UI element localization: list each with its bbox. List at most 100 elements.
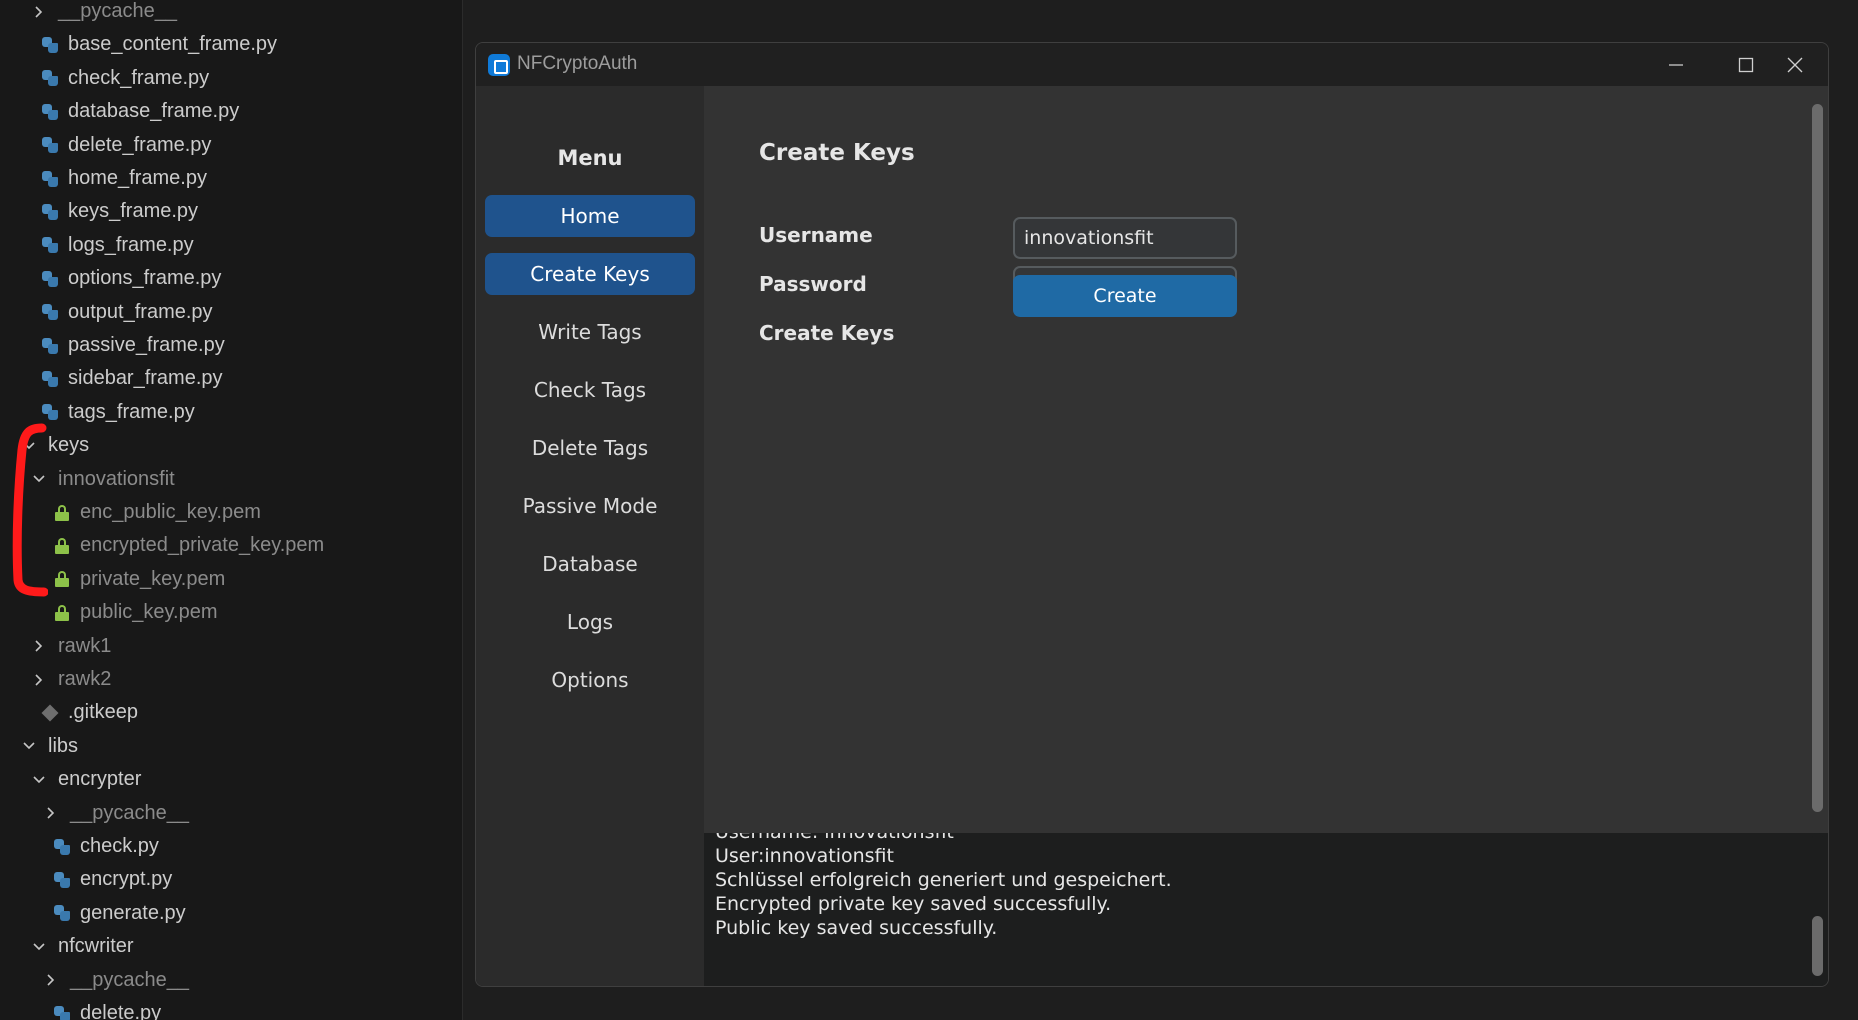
app-icon — [488, 54, 510, 76]
username-field[interactable] — [1013, 217, 1237, 259]
nav-write-tags-button[interactable]: Write Tags — [485, 311, 695, 353]
close-icon — [1787, 57, 1803, 72]
chevron-right-icon — [40, 806, 62, 820]
explorer-item-label: output_frame.py — [68, 300, 213, 323]
explorer-item-label: .gitkeep — [68, 701, 139, 724]
explorer-item[interactable]: rawk2 — [0, 663, 111, 696]
explorer-item-label: rawk1 — [58, 634, 112, 657]
explorer-item-label: delete.py — [80, 1002, 162, 1020]
nav-check-tags-button[interactable]: Check Tags — [485, 369, 695, 411]
python-file-icon — [40, 235, 60, 255]
git-file-icon — [40, 703, 60, 723]
explorer-item[interactable]: __pycache__ — [0, 964, 189, 997]
log-line: Public key saved successfully. — [715, 917, 998, 939]
explorer-item-label: check.py — [80, 835, 159, 857]
explorer-item[interactable]: rawk1 — [0, 630, 111, 663]
python-file-icon — [52, 837, 72, 857]
python-file-icon — [40, 68, 60, 88]
minimize-icon — [1669, 63, 1683, 66]
nav-delete-tags-button[interactable]: Delete Tags — [485, 427, 695, 469]
python-file-icon — [40, 369, 60, 389]
explorer-item-label: rawk2 — [58, 668, 112, 690]
nav-options-button[interactable]: Options — [485, 659, 695, 701]
explorer-item-label: encrypt.py — [80, 868, 173, 891]
explorer-item[interactable]: logs_frame.py — [0, 229, 194, 262]
explorer-item[interactable]: encrypter — [0, 763, 141, 796]
lock-icon — [52, 603, 72, 623]
explorer-item-label: check_frame.py — [68, 66, 210, 89]
explorer-item[interactable]: keys_frame.py — [0, 195, 198, 228]
explorer-item-label: home_frame.py — [68, 167, 207, 189]
log-scrollbar-thumb[interactable] — [1812, 916, 1823, 976]
nav-home-button[interactable]: Home — [485, 195, 695, 237]
python-file-icon — [40, 202, 60, 222]
explorer-item[interactable]: base_content_frame.py — [0, 28, 277, 61]
explorer-item[interactable]: public_key.pem — [0, 596, 217, 629]
page-title: Create Keys — [759, 140, 915, 166]
log-line: Schlüssel erfolgreich generiert und gesp… — [715, 869, 1172, 891]
explorer-item-label: base_content_frame.py — [68, 33, 278, 56]
explorer-item-label: public_key.pem — [80, 601, 218, 624]
explorer-item-label: database_frame.py — [68, 100, 240, 123]
explorer-item[interactable]: check.py — [0, 830, 159, 863]
log-line: Encrypted private key saved successfully… — [715, 893, 1112, 915]
nav-create-keys-button[interactable]: Create Keys — [485, 253, 695, 295]
password-label: Password — [759, 272, 867, 296]
explorer-item[interactable]: __pycache__ — [0, 797, 189, 830]
explorer-item[interactable]: sidebar_frame.py — [0, 362, 223, 395]
output-log: Username: innovationsfit User:innovations… — [704, 833, 1828, 986]
nav-database-button[interactable]: Database — [485, 543, 695, 585]
create-button[interactable]: Create — [1013, 275, 1237, 317]
explorer-item-label: innovationsfit — [58, 467, 175, 490]
explorer-item[interactable]: output_frame.py — [0, 296, 213, 329]
minimize-button[interactable] — [1641, 43, 1711, 86]
explorer-divider — [462, 0, 463, 1020]
close-button[interactable] — [1760, 43, 1828, 86]
python-file-icon — [52, 1004, 72, 1020]
explorer-item-label: sidebar_frame.py — [68, 367, 223, 390]
explorer-item[interactable]: generate.py — [0, 897, 186, 930]
explorer-item[interactable]: encrypted_private_key.pem — [0, 529, 324, 562]
explorer-item[interactable]: nfcwriter — [0, 930, 134, 963]
explorer-item-label: delete_frame.py — [68, 133, 212, 156]
log-line: Username: innovationsfit — [715, 833, 954, 843]
main-scrollbar[interactable] — [1812, 104, 1823, 812]
python-file-icon — [40, 336, 60, 356]
explorer-item[interactable]: options_frame.py — [0, 262, 221, 295]
explorer-item-label: logs_frame.py — [68, 233, 194, 256]
main-scrollbar-thumb[interactable] — [1812, 104, 1823, 812]
python-file-icon — [40, 135, 60, 155]
lock-icon — [52, 536, 72, 556]
chevron-down-icon — [18, 739, 40, 753]
explorer-item-label: enc_public_key.pem — [80, 501, 261, 523]
explorer-item[interactable]: encrypt.py — [0, 863, 172, 896]
create-keys-panel: Create Keys Username Password Create Key… — [704, 86, 1828, 833]
explorer-item[interactable]: libs — [0, 730, 78, 763]
chevron-right-icon — [40, 973, 62, 987]
python-file-icon — [40, 35, 60, 55]
explorer-item[interactable]: .gitkeep — [0, 696, 138, 729]
annotation-bracket-left — [12, 423, 48, 597]
menu-title: Menu — [557, 146, 623, 170]
explorer-item[interactable]: check_frame.py — [0, 62, 209, 95]
python-file-icon — [40, 102, 60, 122]
python-file-icon — [40, 269, 60, 289]
title-bar[interactable]: NFCryptoAuth — [476, 43, 1828, 86]
create-keys-label: Create Keys — [759, 321, 895, 345]
log-scrollbar[interactable] — [1812, 833, 1823, 986]
explorer-item[interactable]: delete.py — [0, 997, 161, 1020]
nav-passive-mode-button[interactable]: Passive Mode — [485, 485, 695, 527]
explorer-item[interactable]: passive_frame.py — [0, 329, 225, 362]
explorer-item[interactable]: home_frame.py — [0, 162, 207, 195]
chevron-right-icon — [28, 673, 50, 687]
window-title: NFCryptoAuth — [517, 53, 638, 74]
explorer-item[interactable]: __pycache__ — [0, 0, 177, 28]
explorer-item-label: generate.py — [80, 901, 186, 924]
python-file-icon — [52, 903, 72, 923]
chevron-right-icon — [28, 5, 50, 19]
explorer-item-label: keys_frame.py — [68, 200, 199, 223]
nav-logs-button[interactable]: Logs — [485, 601, 695, 643]
explorer-item[interactable]: delete_frame.py — [0, 129, 211, 162]
explorer-item[interactable]: database_frame.py — [0, 95, 239, 128]
lock-icon — [52, 503, 72, 523]
